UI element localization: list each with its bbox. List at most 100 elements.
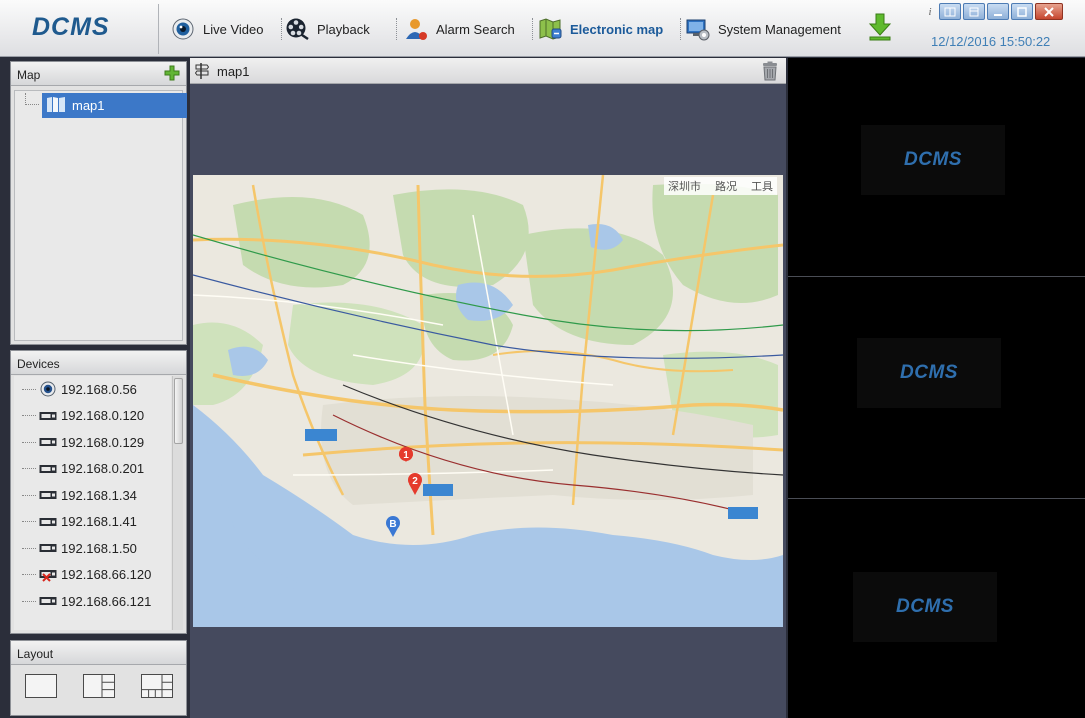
nav-system-management-label: System Management [718, 21, 841, 37]
video-placeholder: DCMS [857, 338, 1001, 408]
video-pane[interactable]: DCMS [788, 501, 1085, 718]
tree-connector [22, 468, 36, 470]
map-workspace-header: map1 [190, 58, 786, 84]
device-item[interactable]: 192.168.1.50 [14, 535, 171, 562]
nav-electronic-map[interactable]: Electronic map [538, 16, 663, 42]
devices-panel-title: Devices [17, 357, 60, 371]
dvr-icon [39, 541, 57, 555]
nav-separator [680, 18, 681, 40]
maximize-icon[interactable] [1011, 3, 1033, 20]
map-marker-label: B [389, 519, 396, 530]
layout-panel-title: Layout [17, 647, 54, 661]
layout-panel: Layout [10, 640, 187, 716]
map-panel-title: Map [17, 68, 41, 82]
device-ip-label: 192.168.66.121 [61, 593, 152, 609]
device-item[interactable]: 192.168.66.120 [14, 562, 171, 589]
map-tools-button[interactable]: 工具 [751, 178, 773, 194]
tree-connector [22, 574, 36, 576]
video-panes: DCMS DCMS DCMS [788, 58, 1085, 718]
add-map-icon[interactable] [164, 65, 180, 81]
info-icon[interactable]: i [925, 6, 935, 18]
device-item[interactable]: 192.168.0.201 [14, 456, 171, 483]
video-placeholder: DCMS [861, 125, 1005, 195]
video-pane[interactable]: DCMS [788, 279, 1085, 499]
video-watermark: DCMS [900, 362, 958, 383]
map-title: map1 [217, 64, 250, 79]
dvr-offline-icon [39, 568, 57, 582]
fullscreen-icon[interactable] [963, 3, 985, 20]
layout-options [25, 674, 173, 698]
map-toolbar: 深圳市 路况 工具 [664, 177, 777, 195]
map-tree-item-label: map1 [72, 98, 105, 113]
devices-panel: Devices 192.168.0.56 192.168.0.120 192.1… [10, 350, 187, 634]
device-item[interactable]: 192.168.0.120 [14, 403, 171, 430]
video-watermark: DCMS [896, 596, 954, 617]
nav-live-video-label: Live Video [203, 21, 264, 37]
device-ip-label: 192.168.0.129 [61, 434, 145, 450]
dcms-window: DCMS Live Video Playback Alarm Search El… [0, 0, 1085, 718]
device-item[interactable]: 192.168.0.56 [14, 376, 171, 403]
tree-connector [22, 600, 36, 602]
tree-connector [22, 494, 36, 496]
close-icon[interactable] [1035, 3, 1063, 20]
tree-connector [25, 93, 39, 105]
dvr-icon [39, 515, 57, 529]
trash-icon[interactable] [762, 61, 778, 81]
nav-separator [396, 18, 397, 40]
minimize-icon[interactable] [987, 3, 1009, 20]
street-map-image: 1 2 B [193, 175, 783, 627]
map-traffic-toggle[interactable]: 路况 [715, 178, 737, 194]
nav-playback[interactable]: Playback [285, 16, 370, 42]
map-city-selector[interactable]: 深圳市 [668, 178, 701, 194]
signpost-icon [194, 63, 210, 79]
tree-connector [22, 441, 36, 443]
top-navigation-bar: DCMS Live Video Playback Alarm Search El… [0, 0, 1085, 57]
scrollbar-thumb[interactable] [174, 378, 183, 444]
video-pane[interactable]: DCMS [788, 58, 1085, 277]
nav-system-management[interactable]: System Management [686, 16, 841, 42]
user-alarm-icon [404, 17, 428, 41]
nav-alarm-search[interactable]: Alarm Search [404, 16, 515, 42]
dvr-icon [39, 409, 57, 423]
device-item[interactable]: 192.168.1.41 [14, 509, 171, 536]
electronic-map-view[interactable]: 1 2 B 深圳市 路况 工具 [193, 175, 783, 627]
devices-panel-header: Devices [11, 351, 186, 375]
device-ip-label: 192.168.0.120 [61, 408, 145, 424]
logo-divider [158, 4, 159, 54]
layout-two-column-icon[interactable] [83, 674, 115, 698]
device-item[interactable]: 192.168.66.121 [14, 588, 171, 615]
ip-camera-icon [39, 381, 57, 397]
map-tree: map1 [14, 90, 187, 341]
nav-live-video[interactable]: Live Video [171, 16, 263, 42]
nav-separator [281, 18, 282, 40]
download-arrow-icon[interactable] [868, 13, 892, 41]
map-workspace: map1 1 2 B 深圳市 路况 工具 [190, 58, 786, 718]
nav-playback-label: Playback [317, 21, 370, 37]
nav-separator [532, 18, 533, 40]
video-watermark: DCMS [904, 149, 962, 170]
tree-connector [22, 415, 36, 417]
dvr-icon [39, 462, 57, 476]
device-item[interactable]: 192.168.1.34 [14, 482, 171, 509]
device-ip-label: 192.168.1.41 [61, 514, 137, 530]
eye-icon [171, 17, 195, 41]
device-list: 192.168.0.56 192.168.0.120 192.168.0.129 [14, 376, 171, 630]
device-ip-label: 192.168.1.34 [61, 487, 137, 503]
tree-connector [22, 521, 36, 523]
restore-layout-icon[interactable] [939, 3, 961, 20]
device-ip-label: 192.168.0.56 [61, 381, 137, 397]
device-item[interactable]: 192.168.0.129 [14, 429, 171, 456]
nav-electronic-map-label: Electronic map [570, 21, 664, 37]
layout-grid-icon[interactable] [141, 674, 173, 698]
device-ip-label: 192.168.1.50 [61, 540, 137, 556]
device-list-scrollbar[interactable] [172, 376, 183, 630]
layout-single-icon[interactable] [25, 674, 57, 698]
monitor-gear-icon [686, 17, 710, 41]
film-reel-icon [285, 17, 309, 41]
dvr-icon [39, 594, 57, 608]
map-tree-item-map1[interactable]: map1 [42, 93, 187, 118]
map-panel-header: Map [11, 62, 186, 86]
map-marker-label: 1 [403, 450, 409, 461]
map-icon [538, 17, 562, 41]
tree-connector [22, 547, 36, 549]
